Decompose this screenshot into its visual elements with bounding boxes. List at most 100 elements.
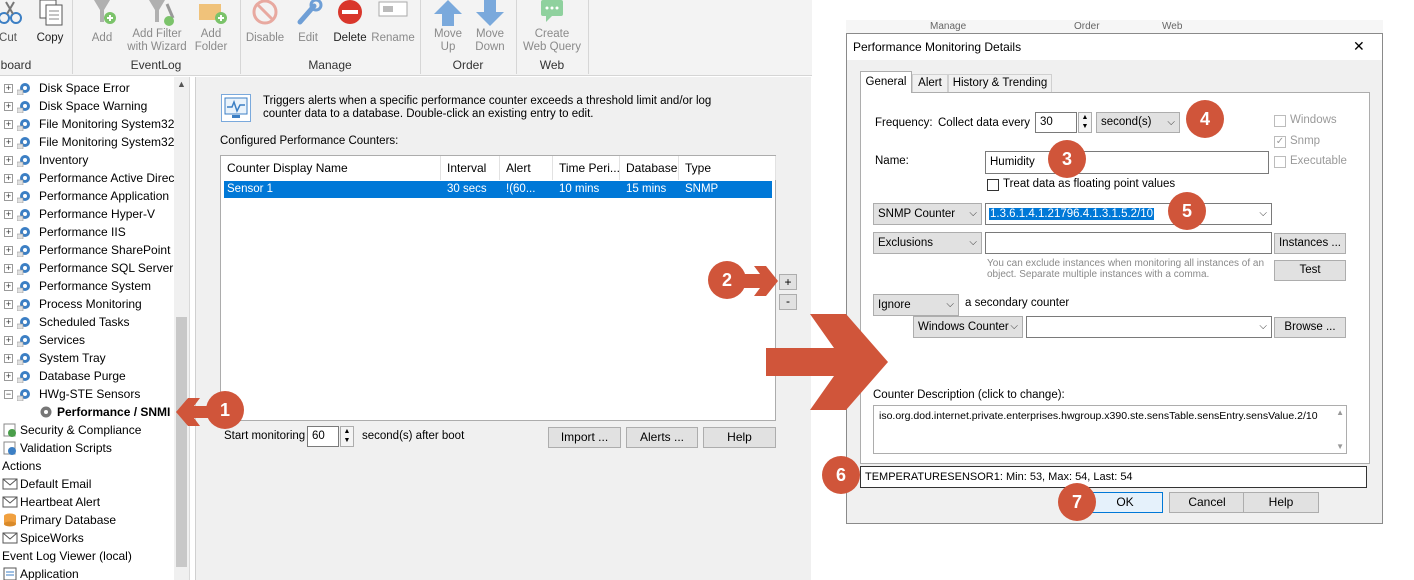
instances-button[interactable]: Instances ... (1274, 233, 1346, 254)
tree-item-label: System Tray (39, 351, 106, 365)
collect-interval-input[interactable]: 30 (1035, 112, 1077, 133)
column-header[interactable]: Interval (441, 156, 500, 180)
copy-button[interactable]: Copy (20, 0, 80, 45)
expand-toggle-icon[interactable]: + (4, 300, 13, 309)
expand-toggle-icon[interactable]: + (4, 192, 13, 201)
column-header[interactable]: Database (620, 156, 679, 180)
ok-button[interactable]: OK (1087, 492, 1163, 513)
tree-item-label: File Monitoring System32 (39, 117, 175, 131)
executable-checkbox[interactable] (1274, 156, 1286, 168)
scroll-down-icon[interactable]: ▼ (1336, 442, 1344, 451)
alerts-button[interactable]: Alerts ... (626, 427, 698, 448)
tree-item-label: Performance / SNMI (57, 405, 171, 419)
help-button[interactable]: Help (703, 427, 776, 448)
scroll-up-icon[interactable]: ▲ (1336, 408, 1344, 417)
expand-toggle-icon[interactable]: + (4, 318, 13, 327)
actions-header[interactable]: Actions (2, 457, 41, 475)
oid-select[interactable]: 1.3.6.1.4.1.21796.4.1.3.1.5.2/10 ⌵ (985, 203, 1272, 225)
remove-counter-button[interactable]: - (779, 294, 797, 310)
expand-toggle-icon[interactable]: + (4, 282, 13, 291)
add-counter-button[interactable]: + (779, 274, 797, 290)
tree-item-selected[interactable]: Performance / SNMI (0, 403, 175, 421)
expand-toggle-icon[interactable]: + (4, 264, 13, 273)
name-input[interactable]: Humidity (985, 151, 1269, 174)
expand-toggle-icon[interactable]: + (4, 156, 13, 165)
start-monitoring-label: Start monitoring (224, 430, 306, 442)
eventlog-group-label: EventLog (130, 58, 182, 72)
ribbon-toolbar: Cut Copy board Add Add Filter with Wizar… (0, 0, 812, 76)
table-cell: !(60... (506, 183, 536, 195)
windows-checkbox[interactable] (1274, 115, 1286, 127)
dialog-titlebar: Performance Monitoring Details ✕ (847, 34, 1382, 60)
windows-checkbox-label: Windows (1290, 114, 1337, 126)
exclusions-select[interactable]: Exclusions ⌵ (873, 232, 982, 254)
background-window-ribbon: Manage Order Web (846, 20, 1383, 34)
tree-scrollbar[interactable]: ▲ (174, 77, 189, 580)
rename-button[interactable]: Rename (363, 0, 423, 45)
tab-alert[interactable]: Alert (912, 74, 948, 93)
add-button[interactable]: Add (72, 0, 132, 45)
copy-icon (20, 0, 80, 28)
expand-toggle-icon[interactable]: + (4, 210, 13, 219)
performance-counters-grid[interactable]: Counter Display Name Interval Alert Time Pe… (220, 155, 776, 421)
tree-item-label: Inventory (39, 153, 89, 167)
browse-button[interactable]: Browse ... (1274, 317, 1346, 338)
expand-toggle-icon[interactable]: + (4, 354, 13, 363)
exclusions-input[interactable] (985, 232, 1272, 254)
create-web-query-button[interactable]: Create Web Query (522, 0, 582, 54)
add-folder-button[interactable]: Add Folder (181, 0, 241, 54)
filter-group-icon (16, 261, 33, 276)
start-delay-input[interactable]: 60 (307, 426, 339, 447)
expand-toggle-icon[interactable]: + (4, 372, 13, 381)
expand-toggle-icon[interactable]: − (4, 390, 13, 399)
filter-group-icon (16, 351, 33, 366)
tree-item-label: Performance SQL Server (39, 261, 174, 275)
database-icon (2, 513, 18, 527)
dialog-help-button[interactable]: Help (1243, 492, 1319, 513)
tree-scroll-thumb[interactable] (176, 317, 187, 567)
action-item-label: Default Email (20, 477, 92, 491)
tree-item-label: HWg-STE Sensors (39, 387, 141, 401)
tree-item-label: Performance Active Direc (39, 171, 175, 185)
import-button[interactable]: Import ... (548, 427, 621, 448)
tree-item-label: Scheduled Tasks (39, 315, 130, 329)
column-header[interactable]: Time Peri... (553, 156, 620, 180)
expand-toggle-icon[interactable]: + (4, 84, 13, 93)
column-header[interactable]: Counter Display Name (221, 156, 441, 180)
add-filter-wizard-button[interactable]: Add Filter with Wizard (127, 0, 187, 54)
test-button[interactable]: Test (1274, 260, 1346, 281)
copy-label: Copy (36, 32, 64, 44)
move-down-button[interactable]: Move Down (460, 0, 520, 54)
close-icon[interactable]: ✕ (1353, 38, 1365, 55)
tab-history-trending[interactable]: History & Trending (948, 74, 1052, 93)
counter-description-box[interactable]: iso.org.dod.internet.private.enterprises… (873, 405, 1347, 454)
expand-toggle-icon[interactable]: + (4, 102, 13, 111)
collect-interval-spinner[interactable]: ▲ ▼ (1078, 112, 1092, 133)
scroll-up-icon[interactable]: ▲ (177, 79, 186, 89)
callout-badge-3: 3 (1048, 140, 1086, 178)
secondary-mode-select[interactable]: Ignore ⌵ (873, 294, 959, 316)
event-log-viewer-header[interactable]: Event Log Viewer (local) (2, 547, 132, 565)
expand-toggle-icon[interactable]: + (4, 120, 13, 129)
expand-toggle-icon[interactable]: + (4, 246, 13, 255)
column-header[interactable]: Type (679, 156, 776, 180)
ribbon-separator (588, 0, 589, 74)
counter-type-select[interactable]: SNMP Counter ⌵ (873, 203, 982, 225)
filter-group-icon (16, 153, 33, 168)
secondary-counter-type-select[interactable]: Windows Counter ⌵ (913, 316, 1023, 338)
tab-general[interactable]: General (860, 71, 912, 93)
start-delay-spinner[interactable]: ▲ ▼ (340, 426, 354, 447)
filter-group-icon (16, 315, 33, 330)
expand-toggle-icon[interactable]: + (4, 228, 13, 237)
table-row-selected[interactable]: Sensor 1 30 secs !(60... 10 mins 15 mins SNMP (224, 181, 772, 198)
secondary-counter-select[interactable]: ⌵ (1026, 316, 1272, 338)
filter-group-icon (16, 171, 33, 186)
cancel-button[interactable]: Cancel (1169, 492, 1245, 513)
expand-toggle-icon[interactable]: + (4, 174, 13, 183)
floating-point-checkbox[interactable] (987, 179, 999, 191)
column-header[interactable]: Alert (500, 156, 553, 180)
interval-unit-select[interactable]: second(s) ⌵ (1096, 112, 1180, 133)
snmp-checkbox[interactable]: ✓ (1274, 136, 1286, 148)
expand-toggle-icon[interactable]: + (4, 138, 13, 147)
expand-toggle-icon[interactable]: + (4, 336, 13, 345)
